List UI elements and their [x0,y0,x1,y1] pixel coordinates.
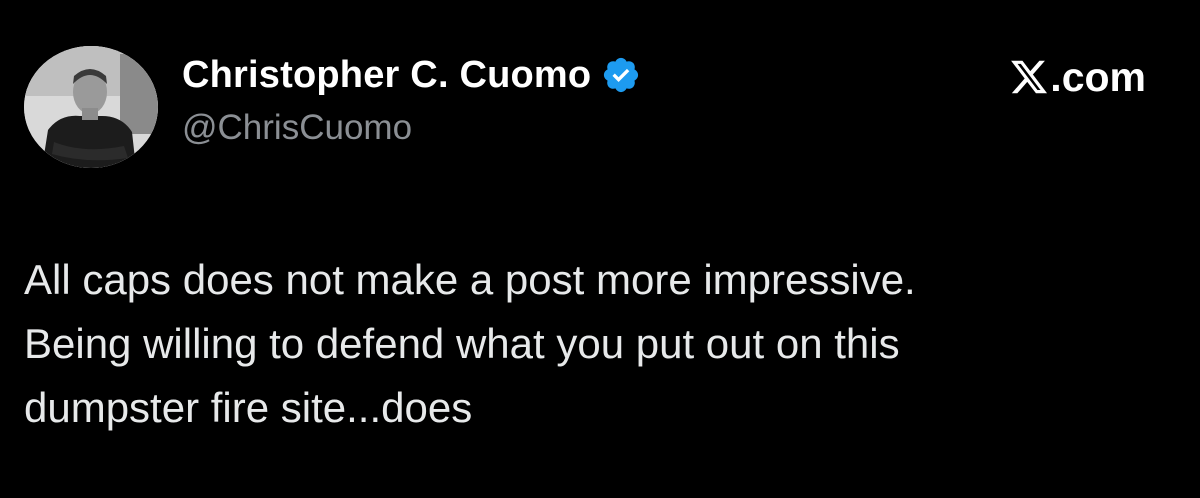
tweet-line: Being willing to defend what you put out… [24,320,900,367]
display-name-row: Christopher C. Cuomo [182,50,641,100]
x-logo-icon [1009,57,1049,97]
tweet-line: All caps does not make a post more impre… [24,256,916,303]
tweet-card: Christopher C. Cuomo @ChrisCuomo .com Al… [0,0,1200,498]
brand-watermark: .com [1009,52,1146,102]
author-display-name[interactable]: Christopher C. Cuomo [182,54,591,97]
brand-suffix: .com [1050,53,1146,100]
author-avatar[interactable] [24,46,158,168]
verified-badge-icon [601,55,641,95]
tweet-text: All caps does not make a post more impre… [24,248,1174,440]
author-handle[interactable]: @ChrisCuomo [182,108,412,148]
tweet-line: dumpster fire site...does [24,384,473,431]
